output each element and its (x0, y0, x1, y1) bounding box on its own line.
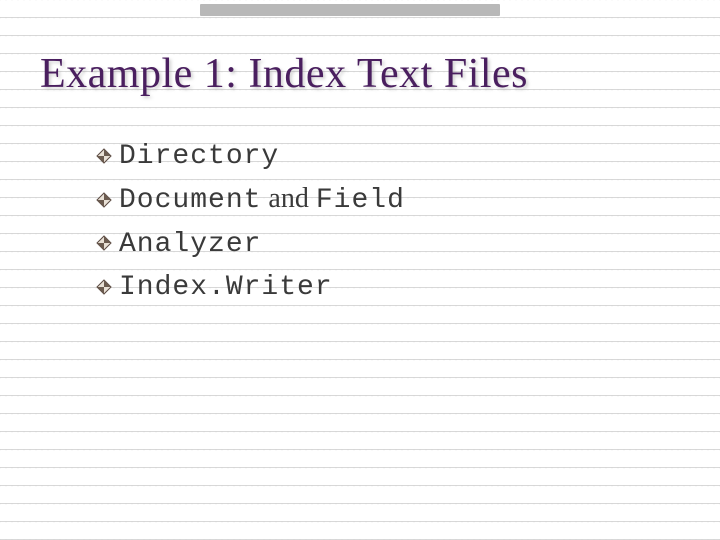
text-segment: and (261, 183, 315, 214)
code-segment: Index.Writer (119, 272, 333, 303)
list-item-text: Index.Writer (119, 267, 333, 307)
diamond-bullet-icon (95, 191, 113, 209)
list-item-text: Directory (119, 136, 279, 176)
list-item: Index.Writer (95, 267, 680, 307)
list-item-text: Document and Field (119, 180, 405, 220)
code-segment: Analyzer (119, 229, 261, 260)
code-segment: Field (316, 185, 405, 216)
list-item: Analyzer (95, 224, 680, 264)
list-item: Directory (95, 136, 680, 176)
diamond-bullet-icon (95, 147, 113, 165)
diamond-bullet-icon (95, 234, 113, 252)
slide-title: Example 1: Index Text Files (40, 50, 680, 98)
code-segment: Document (119, 185, 261, 216)
diamond-bullet-icon (95, 278, 113, 296)
list-item-text: Analyzer (119, 224, 261, 264)
code-segment: Directory (119, 141, 279, 172)
list-item: Document and Field (95, 180, 680, 220)
bullet-list: Directory Document and Field Analyzer In… (40, 136, 680, 307)
slide-content: Example 1: Index Text Files Directory Do… (0, 0, 720, 307)
